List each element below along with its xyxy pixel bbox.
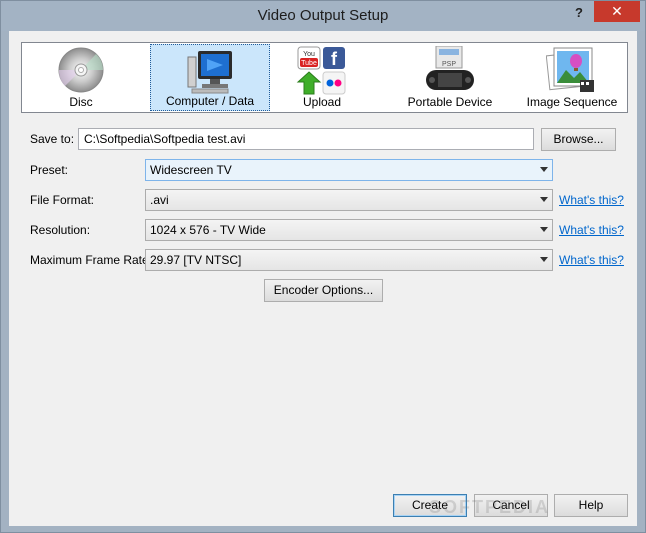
title-bar[interactable]: Video Output Setup ? ✕ [1, 1, 645, 31]
file-format-value: .avi [150, 193, 169, 207]
resolution-select[interactable]: 1024 x 576 - TV Wide [145, 219, 553, 241]
frame-rate-value: 29.97 [TV NTSC] [150, 253, 242, 267]
output-type-toolbar: Disc Computer / Data You Tube f Upload P… [21, 42, 628, 113]
tool-computer-data[interactable]: Computer / Data [150, 44, 270, 111]
tool-upload[interactable]: You Tube f Upload [267, 44, 377, 111]
chevron-down-icon [540, 227, 548, 232]
chevron-down-icon [540, 167, 548, 172]
save-to-label: Save to: [30, 132, 75, 146]
portable-device-icon: PSP [424, 45, 476, 99]
resolution-value: 1024 x 576 - TV Wide [150, 223, 266, 237]
flickr-icon [326, 79, 334, 87]
youtube-icon-tube: Tube [301, 60, 317, 67]
dialog-body: Disc Computer / Data You Tube f Upload P… [9, 31, 637, 526]
tool-label: Computer / Data [165, 94, 255, 108]
image-sequence-icon [545, 46, 598, 99]
file-format-label: File Format: [30, 193, 95, 207]
tool-portable-device[interactable]: PSP Portable Device [390, 44, 510, 111]
preset-select[interactable]: Widescreen TV [145, 159, 553, 181]
preset-value: Widescreen TV [150, 163, 232, 177]
frame-rate-label: Maximum Frame Rate: [30, 253, 153, 267]
tool-label: Upload [302, 95, 342, 109]
tool-label: Image Sequence [526, 95, 618, 109]
dialog-window: Video Output Setup ? ✕ Disc Computer / D… [0, 0, 646, 533]
help-button[interactable]: Help [554, 494, 628, 517]
cancel-button[interactable]: Cancel [474, 494, 548, 517]
tool-disc[interactable]: Disc [24, 44, 138, 111]
psp-label: PSP [442, 61, 456, 68]
window-title: Video Output Setup [257, 7, 389, 24]
title-help-button[interactable]: ? [566, 3, 592, 23]
encoder-options-button[interactable]: Encoder Options... [264, 279, 383, 302]
chevron-down-icon [540, 257, 548, 262]
frame-rate-select[interactable]: 29.97 [TV NTSC] [145, 249, 553, 271]
disc-icon [56, 46, 106, 97]
chevron-down-icon [540, 197, 548, 202]
create-button[interactable]: Create [393, 494, 467, 517]
tool-image-sequence[interactable]: Image Sequence [517, 44, 627, 111]
tool-label: Disc [69, 95, 93, 109]
close-button[interactable]: ✕ [594, 1, 640, 22]
whats-this-file-format-link[interactable]: What's this? [559, 193, 624, 207]
preset-label: Preset: [30, 163, 69, 177]
browse-button[interactable]: Browse... [541, 128, 616, 151]
facebook-icon: f [331, 49, 338, 69]
save-to-input[interactable]: C:\Softpedia\Softpedia test.avi [78, 128, 534, 150]
whats-this-resolution-link[interactable]: What's this? [559, 223, 624, 237]
tool-label: Portable Device [407, 95, 493, 109]
file-format-select[interactable]: .avi [145, 189, 553, 211]
computer-icon [184, 47, 236, 98]
upload-icon: You Tube f [296, 46, 348, 99]
resolution-label: Resolution: [30, 223, 91, 237]
youtube-icon: You [303, 51, 315, 58]
whats-this-frame-rate-link[interactable]: What's this? [559, 253, 624, 267]
